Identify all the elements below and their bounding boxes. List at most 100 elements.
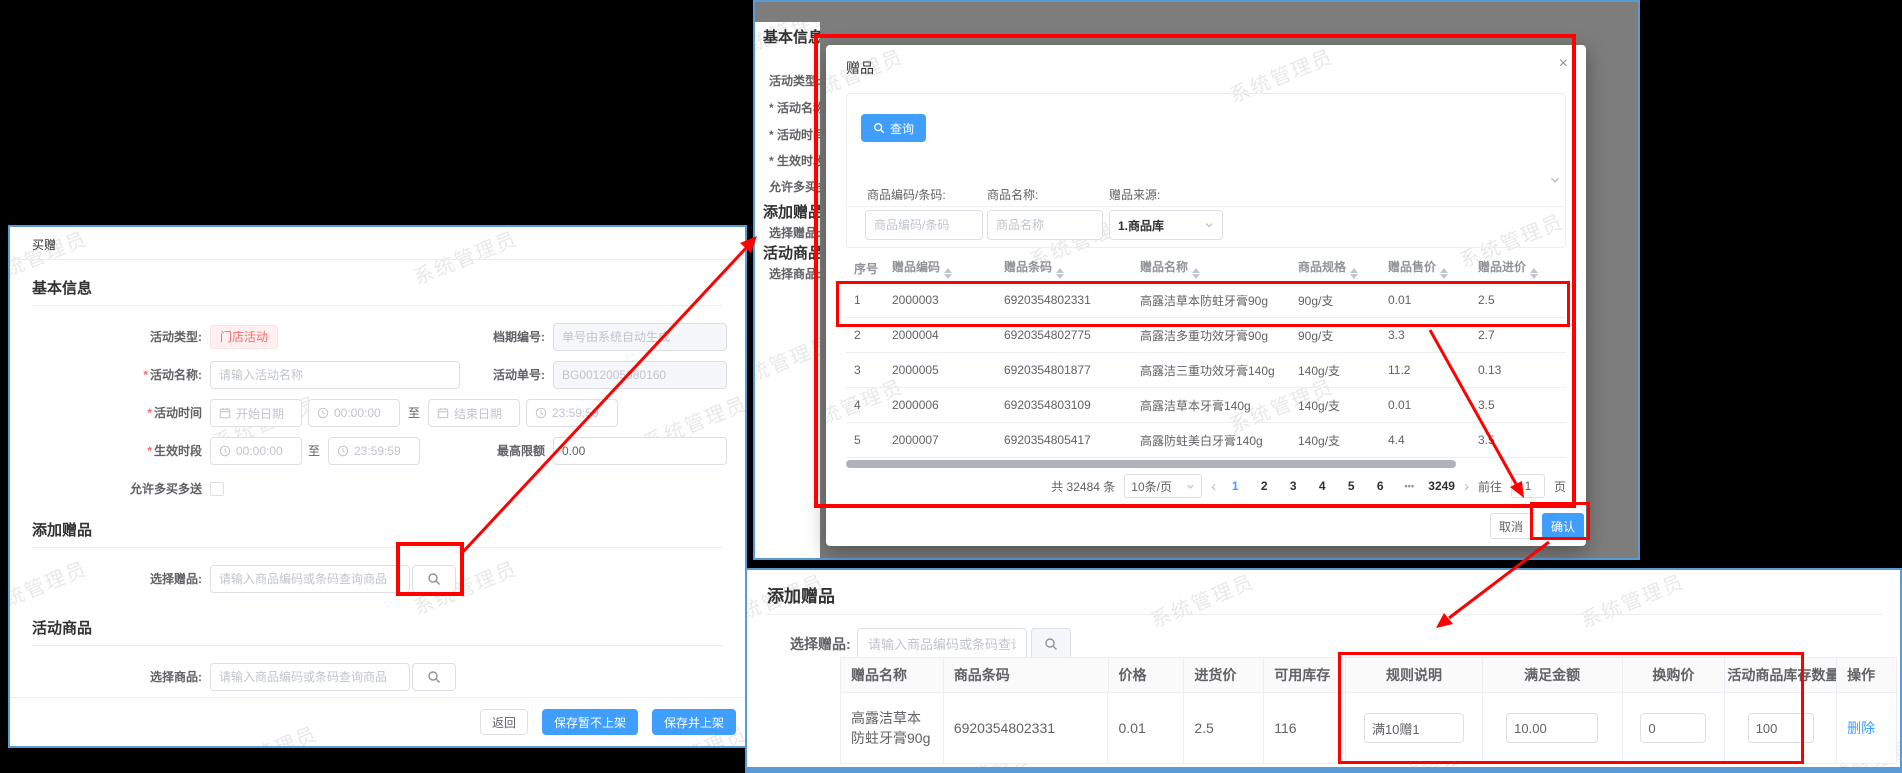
swap-price-input[interactable]	[1640, 713, 1707, 743]
select-gift-input[interactable]	[210, 565, 410, 593]
sort-icon[interactable]	[1440, 268, 1449, 279]
backdrop-select-gift-label: 选择赠品:	[769, 226, 821, 240]
confirm-button[interactable]: 确认	[1542, 513, 1584, 539]
select-goods-label: 选择商品:	[150, 670, 202, 684]
save-publish-button[interactable]: 保存并上架	[652, 709, 736, 735]
backdrop-effective-label: * 生效时段	[769, 154, 826, 168]
added-gift-table: 赠品名称 商品条码 价格 进货价 可用库存 规则说明 满足金额 换购价 活动商品…	[840, 657, 1897, 764]
activity-stock-input[interactable]	[1747, 713, 1814, 743]
chevron-down-icon	[1205, 223, 1213, 228]
rule-input[interactable]	[1363, 713, 1464, 743]
divider	[32, 305, 723, 306]
modal-overlay	[755, 2, 820, 22]
table-row[interactable]: 4 2000006 6920354803109 高露洁草本牙膏140g 140g/支 0.…	[846, 388, 1566, 423]
sort-icon[interactable]	[1350, 268, 1359, 279]
amount-input[interactable]	[1506, 713, 1599, 743]
scrollbar-thumb[interactable]	[846, 460, 1456, 468]
end-time-picker[interactable]: 23:59:59	[526, 399, 618, 427]
goods-search-button[interactable]	[412, 663, 456, 691]
collapse-chevron-icon[interactable]	[1549, 174, 1561, 186]
col-gift-barcode[interactable]: 赠品条码	[1004, 258, 1140, 279]
backdrop-select-goods-label: 选择商品:	[769, 267, 821, 281]
cancel-button[interactable]: 取消	[1490, 513, 1532, 539]
save-draft-button[interactable]: 保存暂不上架	[542, 709, 638, 735]
window-title: 买赠	[32, 238, 57, 252]
filter-code-input[interactable]	[865, 210, 983, 240]
last-page[interactable]: 3249	[1428, 479, 1455, 493]
col-spec[interactable]: 商品规格	[1298, 258, 1388, 279]
search-icon	[428, 573, 440, 585]
page-4[interactable]: 4	[1312, 479, 1332, 493]
filter-code-label: 商品编码/条码:	[867, 188, 946, 202]
gift-table: 序号 赠品编码 赠品条码 赠品名称 商品规格 赠品售价 赠品进价 1 200000…	[846, 255, 1566, 458]
dialog-title: 赠品	[846, 60, 874, 76]
calendar-icon	[437, 407, 449, 419]
delete-link[interactable]: 删除	[1847, 718, 1875, 738]
table-row[interactable]: 1 2000003 6920354802331 高露洁草本防蛀牙膏90g 90g/支 0.…	[846, 283, 1566, 318]
table-row[interactable]: 2 2000004 6920354802775 高露洁多重功效牙膏90g 90g/支 3.…	[846, 318, 1566, 353]
activity-name-label: * 活动名称:	[143, 368, 202, 382]
query-button[interactable]: 查询	[861, 114, 927, 142]
divider	[10, 697, 745, 698]
gift-search-button[interactable]	[1031, 628, 1071, 660]
prev-page-button[interactable]: ‹	[1211, 478, 1216, 495]
start-date-placeholder: 开始日期	[236, 406, 285, 421]
page-2[interactable]: 2	[1254, 479, 1274, 493]
section-activity-goods-heading: 活动商品	[32, 620, 93, 637]
page-5[interactable]: 5	[1341, 479, 1361, 493]
filter-name-input[interactable]	[987, 210, 1103, 240]
page-size-select[interactable]: 10条/页	[1124, 474, 1203, 498]
gift-source-select[interactable]: 1.商品库	[1109, 210, 1223, 240]
calendar-icon	[219, 407, 231, 419]
table-row[interactable]: 3 2000005 6920354801877 高露洁三重功效牙膏140g 140g/支…	[846, 353, 1566, 388]
col-gift-code[interactable]: 赠品编码	[892, 258, 1004, 279]
gift-source-value: 1.商品库	[1118, 218, 1165, 233]
end-time-value: 23:59:59	[552, 406, 599, 420]
effective-start-picker[interactable]: 00:00:00	[210, 437, 302, 465]
page-6[interactable]: 6	[1370, 479, 1390, 493]
page-1[interactable]: 1	[1225, 479, 1245, 493]
pages-ellipsis[interactable]: •••	[1399, 481, 1419, 491]
gift-search-button[interactable]	[412, 565, 456, 593]
sort-icon[interactable]	[1530, 268, 1539, 279]
col-cost-price[interactable]: 赠品进价	[1478, 258, 1566, 279]
col-activity-stock: 活动商品库存数量	[1725, 658, 1838, 693]
max-limit-input[interactable]	[553, 437, 727, 465]
clock-icon	[317, 407, 329, 419]
gift-dialog: 系统管理员 系统管理员 系统管理员 系统管理员 系统管理员 系统管理员 赠品 × 查询 商…	[826, 45, 1586, 546]
sort-icon[interactable]	[1192, 268, 1201, 279]
to-label: 至	[408, 406, 421, 420]
activity-type-tag: 门店活动	[210, 325, 279, 349]
select-gift-input[interactable]	[857, 628, 1027, 660]
table-row[interactable]: 5 2000007 6920354805417 高露防蛀美白牙膏140g 140g/支 4…	[846, 423, 1566, 458]
horizontal-scrollbar[interactable]	[846, 460, 1566, 468]
col-sale-price[interactable]: 赠品售价	[1388, 258, 1478, 279]
section-add-gift-heading: 添加赠品	[767, 587, 835, 606]
start-date-picker[interactable]: 开始日期	[210, 399, 302, 427]
goto-page-input[interactable]	[1510, 474, 1545, 498]
gift-table-header: 序号 赠品编码 赠品条码 赠品名称 商品规格 赠品售价 赠品进价	[846, 255, 1566, 283]
page-3[interactable]: 3	[1283, 479, 1303, 493]
activity-type-label: 活动类型:	[150, 330, 202, 344]
sort-icon[interactable]	[1056, 268, 1065, 279]
clock-icon	[337, 445, 349, 457]
col-gift-name[interactable]: 赠品名称	[1140, 258, 1298, 279]
max-limit-label: 最高限额	[496, 444, 545, 458]
pagination-total: 共 32484 条	[1051, 479, 1116, 494]
divider	[847, 206, 1565, 207]
multi-buy-checkbox[interactable]	[210, 482, 224, 496]
start-time-picker[interactable]: 00:00:00	[308, 399, 400, 427]
filter-box: 查询 商品编码/条码: 商品名称: 赠品来源: 1.商品库	[846, 93, 1566, 248]
schedule-no-label: 档期编号:	[493, 330, 545, 344]
goto-label: 前往	[1477, 479, 1502, 494]
sort-icon[interactable]	[944, 268, 953, 279]
clock-icon	[219, 445, 231, 457]
next-page-button[interactable]: ›	[1464, 478, 1469, 495]
divider	[32, 645, 723, 646]
close-icon[interactable]: ×	[1559, 55, 1568, 73]
select-goods-input[interactable]	[210, 663, 410, 691]
end-date-picker[interactable]: 结束日期	[428, 399, 520, 427]
multi-buy-label: 允许多买多送	[129, 482, 202, 496]
back-button[interactable]: 返回	[480, 709, 528, 735]
pagination: 共 32484 条 10条/页 ‹ 1 2 3 4 5 6 ••• 3249 ›…	[846, 473, 1566, 499]
